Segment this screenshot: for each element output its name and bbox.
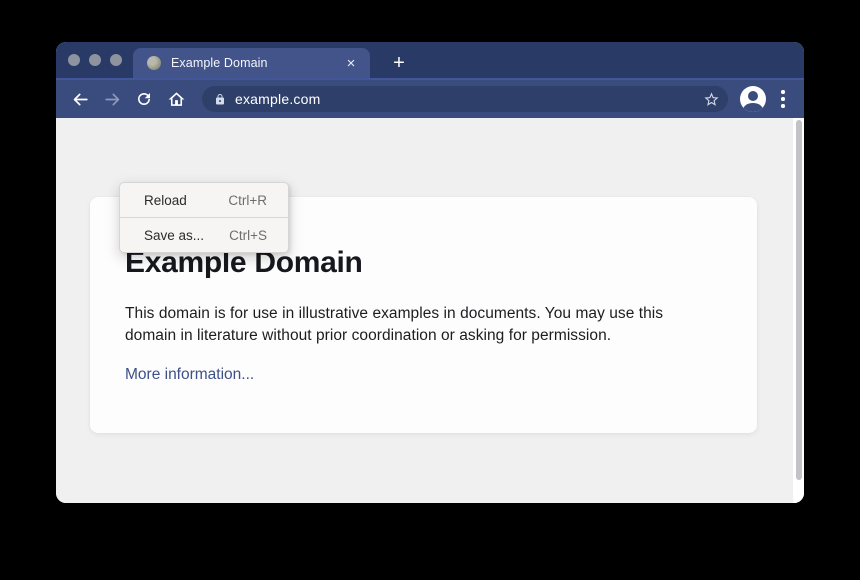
forward-icon — [103, 90, 122, 109]
menu-item-save-as[interactable]: Save as... Ctrl+S — [120, 218, 288, 252]
lock-icon[interactable] — [214, 93, 226, 106]
toolbar: example.com — [56, 78, 804, 118]
reload-icon — [135, 90, 153, 108]
reload-button[interactable] — [128, 83, 160, 115]
menu-item-label: Reload — [144, 193, 187, 208]
browser-tab[interactable]: Example Domain × — [133, 48, 370, 78]
menu-item-label: Save as... — [144, 228, 204, 243]
profile-avatar-icon — [740, 86, 766, 112]
menu-item-shortcut: Ctrl+S — [229, 228, 267, 243]
forward-button[interactable] — [96, 83, 128, 115]
menu-item-shortcut: Ctrl+R — [228, 193, 267, 208]
back-icon — [71, 90, 90, 109]
menu-item-reload[interactable]: Reload Ctrl+R — [120, 183, 288, 217]
home-icon — [167, 90, 186, 109]
window-close-button[interactable] — [68, 54, 80, 66]
favicon-globe-icon — [147, 56, 161, 70]
back-button[interactable] — [64, 83, 96, 115]
window-zoom-button[interactable] — [110, 54, 122, 66]
profile-button[interactable] — [736, 82, 770, 116]
home-button[interactable] — [160, 83, 192, 115]
tab-close-icon[interactable]: × — [342, 54, 360, 72]
bookmark-star-icon[interactable] — [703, 91, 720, 108]
tab-title: Example Domain — [171, 56, 342, 70]
browser-menu-button[interactable] — [770, 82, 796, 116]
scrollbar-thumb[interactable] — [796, 120, 802, 480]
page-viewport: Example Domain This domain is for use in… — [56, 118, 804, 503]
url-text[interactable]: example.com — [235, 91, 703, 107]
address-bar[interactable]: example.com — [202, 86, 728, 112]
page-paragraph: This domain is for use in illustrative e… — [125, 303, 713, 347]
scrollbar-track[interactable] — [793, 118, 804, 503]
traffic-lights — [68, 54, 122, 66]
browser-window: Example Domain × + — [56, 42, 804, 503]
titlebar: Example Domain × + — [56, 42, 804, 78]
more-information-link[interactable]: More information... — [125, 366, 254, 384]
context-menu: Reload Ctrl+R Save as... Ctrl+S — [119, 182, 289, 253]
window-minimize-button[interactable] — [89, 54, 101, 66]
new-tab-button[interactable]: + — [384, 48, 414, 78]
